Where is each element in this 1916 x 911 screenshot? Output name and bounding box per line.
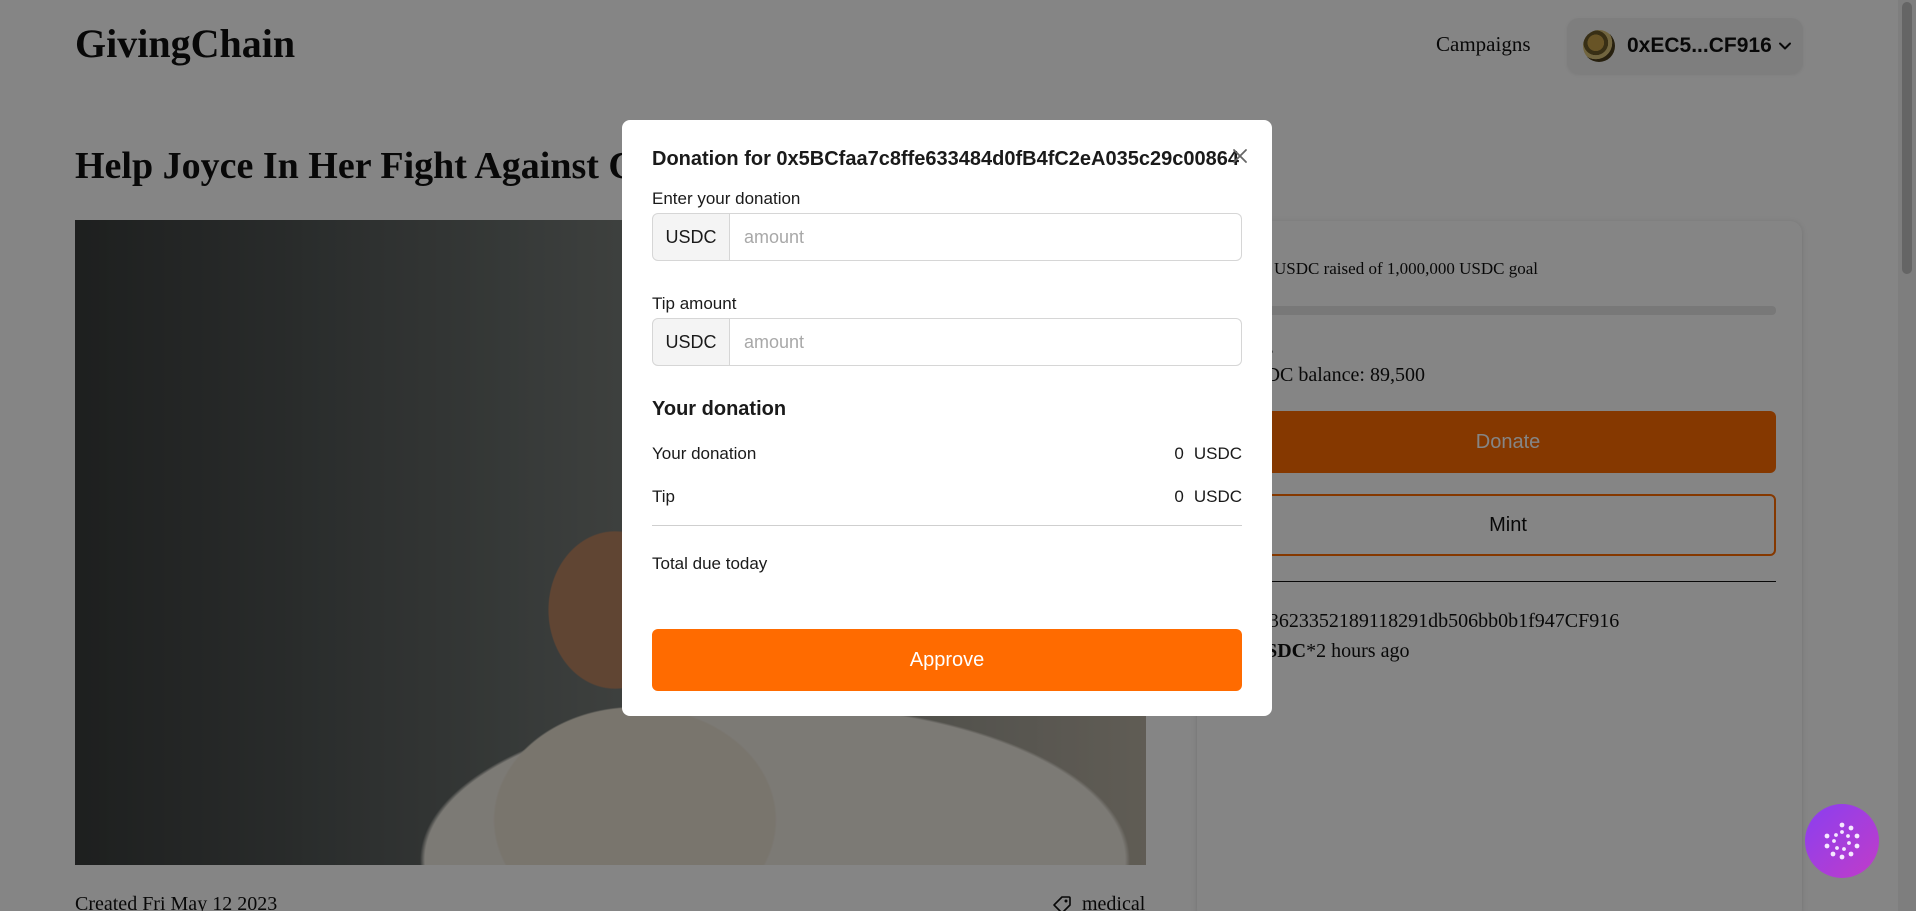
- summary-row-amount: 0: [1174, 444, 1184, 463]
- total-due-label: Total due today: [652, 554, 768, 573]
- summary-row-value: 0 USDC: [1174, 444, 1242, 464]
- modal-title: Donation for 0x5BCfaa7c8ffe633484d0fB4fC…: [652, 148, 1239, 170]
- summary-row-total: Total due today: [652, 554, 1242, 574]
- donation-amount-input[interactable]: [730, 213, 1242, 261]
- tip-amount-input[interactable]: [730, 318, 1242, 366]
- summary-row-label: Tip: [652, 487, 675, 506]
- tip-amount-label: Tip amount: [652, 294, 737, 313]
- donation-currency-addon: USDC: [652, 213, 730, 261]
- summary-row-donation: Your donation 0 USDC: [652, 444, 1242, 464]
- donation-amount-label: Enter your donation: [652, 189, 801, 208]
- summary-row-value: 0 USDC: [1174, 487, 1242, 507]
- summary-heading: Your donation: [652, 398, 787, 420]
- donation-modal: Donation for 0x5BCfaa7c8ffe633484d0fB4fC…: [622, 120, 1272, 716]
- summary-row-unit: USDC: [1193, 487, 1242, 506]
- tip-currency-addon: USDC: [652, 318, 730, 366]
- donation-input-group: USDC: [652, 213, 1242, 261]
- close-button[interactable]: [1226, 142, 1254, 170]
- summary-row-amount: 0: [1174, 487, 1184, 506]
- chat-launcher-button[interactable]: [1805, 804, 1879, 878]
- summary-row-tip: Tip 0 USDC: [652, 487, 1242, 507]
- tip-input-group: USDC: [652, 318, 1242, 366]
- summary-row-label: Your donation: [652, 444, 757, 463]
- approve-button[interactable]: Approve: [652, 629, 1242, 691]
- summary-divider: [652, 525, 1242, 526]
- close-icon: [1233, 149, 1247, 163]
- summary-row-unit: USDC: [1193, 444, 1242, 463]
- chat-icon: [1824, 822, 1860, 860]
